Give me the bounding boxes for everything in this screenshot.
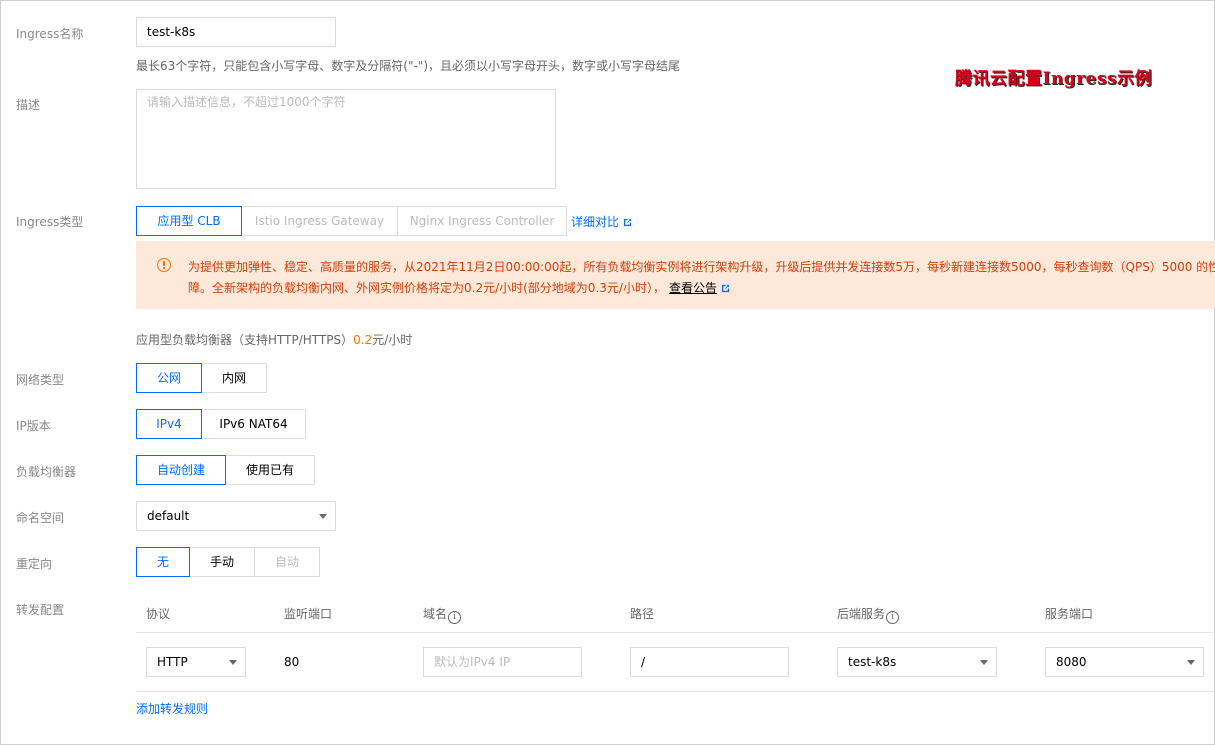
ingress-name-label: Ingress名称 (16, 27, 84, 41)
namespace-select[interactable]: default (136, 501, 336, 531)
domain-input[interactable]: 默认为IPv4 IP (423, 647, 582, 677)
type-option-clb[interactable]: 应用型 CLB (136, 206, 242, 236)
load-balancer-selector: 自动创建 使用已有 (136, 455, 315, 485)
ingress-name-input[interactable]: test-k8s (136, 17, 336, 47)
chevron-down-icon (229, 660, 237, 665)
redirect-option-manual[interactable]: 手动 (189, 547, 255, 577)
redirect-option-auto[interactable]: 自动 (254, 547, 320, 577)
ip-version-label: IP版本 (16, 419, 51, 433)
protocol-value: HTTP (157, 655, 188, 669)
info-icon[interactable]: i (448, 611, 462, 624)
table-row-divider (136, 691, 1215, 692)
network-type-label: 网络类型 (16, 373, 65, 387)
price-unit: 元/小时 (372, 333, 413, 347)
external-link-icon (721, 284, 730, 293)
chevron-down-icon (1187, 660, 1195, 665)
domain-placeholder: 默认为IPv4 IP (434, 655, 511, 669)
redirect-label: 重定向 (16, 557, 53, 571)
protocol-select[interactable]: HTTP (146, 647, 246, 677)
namespace-label: 命名空间 (16, 511, 65, 525)
alert-line-2: 障。全新架构的负载均衡内网、外网实例价格将定为0.2元/小时(部分地域为0.3元… (188, 278, 1215, 299)
view-notice-link[interactable]: 查看公告 (669, 281, 717, 295)
path-input[interactable]: / (630, 647, 789, 677)
header-domain-text: 域名 (423, 607, 448, 621)
warning-icon (157, 258, 171, 272)
description-label: 描述 (16, 98, 41, 112)
backend-service-select[interactable]: test-k8s (837, 647, 997, 677)
ip-option-ipv4[interactable]: IPv4 (136, 409, 202, 439)
alert-line-2-text: 障。全新架构的负载均衡内网、外网实例价格将定为0.2元/小时(部分地域为0.3元… (188, 281, 665, 295)
listen-port-value: 80 (284, 655, 300, 669)
ingress-name-hint: 最长63个字符，只能包含小写字母、数字及分隔符("-")，且必须以小写字母开头，… (136, 59, 681, 73)
redirect-option-none[interactable]: 无 (136, 547, 190, 577)
lb-option-use-existing[interactable]: 使用已有 (225, 455, 315, 485)
ip-option-ipv6[interactable]: IPv6 NAT64 (201, 409, 306, 439)
header-path: 路径 (630, 607, 655, 621)
forward-config-label: 转发配置 (16, 603, 65, 617)
service-port-value: 8080 (1056, 655, 1087, 669)
header-listen-port: 监听端口 (284, 607, 333, 621)
price-line: 应用型负载均衡器（支持HTTP/HTTPS）0.2元/小时 (136, 331, 412, 348)
price-amount: 0.2 (353, 333, 373, 347)
price-prefix: 应用型负载均衡器（支持HTTP/HTTPS） (136, 333, 354, 347)
table-header-divider (136, 632, 1215, 633)
alert-line-1: 为提供更加弹性、稳定、高质量的服务，从2021年11月2日00:00:00起，所… (188, 260, 1215, 274)
upgrade-notice-alert: 为提供更加弹性、稳定、高质量的服务，从2021年11月2日00:00:00起，所… (136, 241, 1215, 309)
network-option-public[interactable]: 公网 (136, 363, 202, 393)
lb-option-auto-create[interactable]: 自动创建 (136, 455, 226, 485)
network-option-private[interactable]: 内网 (201, 363, 267, 393)
redirect-selector: 无 手动 自动 (136, 547, 320, 577)
backend-service-value: test-k8s (848, 655, 897, 669)
type-option-istio[interactable]: Istio Ingress Gateway (241, 206, 398, 236)
chevron-down-icon (319, 514, 327, 519)
description-textarea[interactable]: 请输入描述信息，不超过1000个字符 (136, 89, 556, 189)
chevron-down-icon (980, 660, 988, 665)
namespace-value: default (147, 509, 190, 523)
ingress-type-selector: 应用型 CLB Istio Ingress Gateway Nginx Ingr… (136, 206, 567, 236)
ingress-type-label: Ingress类型 (16, 215, 84, 229)
annotation-text: 腾讯云配置Ingress示例 (955, 69, 1153, 89)
description-placeholder: 请输入描述信息，不超过1000个字符 (147, 95, 346, 109)
network-type-selector: 公网 内网 (136, 363, 267, 393)
add-forward-rule-link[interactable]: 添加转发规则 (136, 700, 208, 717)
header-domain: 域名 i (423, 605, 462, 624)
header-service-port: 服务端口 (1045, 607, 1094, 621)
header-backend-service-text: 后端服务 (837, 607, 886, 621)
compare-link[interactable]: 详细对比 (571, 213, 632, 230)
load-balancer-label: 负载均衡器 (16, 465, 77, 479)
header-protocol: 协议 (146, 607, 171, 621)
external-link-icon (623, 218, 632, 227)
compare-link-text: 详细对比 (571, 215, 620, 229)
info-icon[interactable]: i (886, 611, 900, 624)
type-option-nginx[interactable]: Nginx Ingress Controller (397, 206, 567, 236)
ip-version-selector: IPv4 IPv6 NAT64 (136, 409, 306, 439)
service-port-select[interactable]: 8080 (1045, 647, 1204, 677)
header-backend-service: 后端服务 i (837, 605, 900, 624)
